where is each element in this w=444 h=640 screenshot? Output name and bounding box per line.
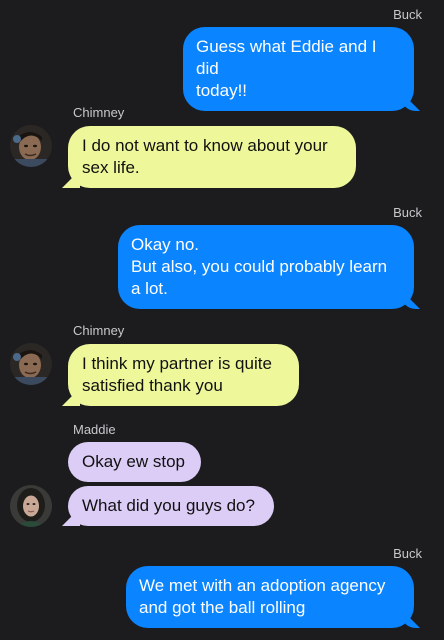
sender-name: Buck — [393, 7, 422, 22]
message-bubble[interactable]: I think my partner is quite satisfied th… — [68, 344, 299, 406]
chimney-avatar[interactable] — [10, 343, 52, 385]
message-bubble[interactable]: Guess what Eddie and I did today!! — [183, 27, 414, 111]
message-bubble[interactable]: Okay ew stop — [68, 442, 201, 482]
sender-name: Buck — [393, 546, 422, 561]
message-bubble[interactable]: We met with an adoption agency and got t… — [126, 566, 414, 628]
sender-name: Chimney — [73, 323, 125, 338]
maddie-avatar[interactable] — [10, 485, 52, 527]
chimney-avatar[interactable] — [10, 125, 52, 167]
sender-name: Chimney — [73, 105, 125, 120]
message-bubble[interactable]: I do not want to know about your sex lif… — [68, 126, 356, 188]
sender-name: Maddie — [73, 422, 116, 437]
chat-thread: Buck Guess what Eddie and I did today!! … — [0, 0, 444, 640]
message-bubble[interactable]: Okay no. But also, you could probably le… — [118, 225, 414, 309]
message-bubble[interactable]: What did you guys do? — [68, 486, 274, 526]
sender-name: Buck — [393, 205, 422, 220]
